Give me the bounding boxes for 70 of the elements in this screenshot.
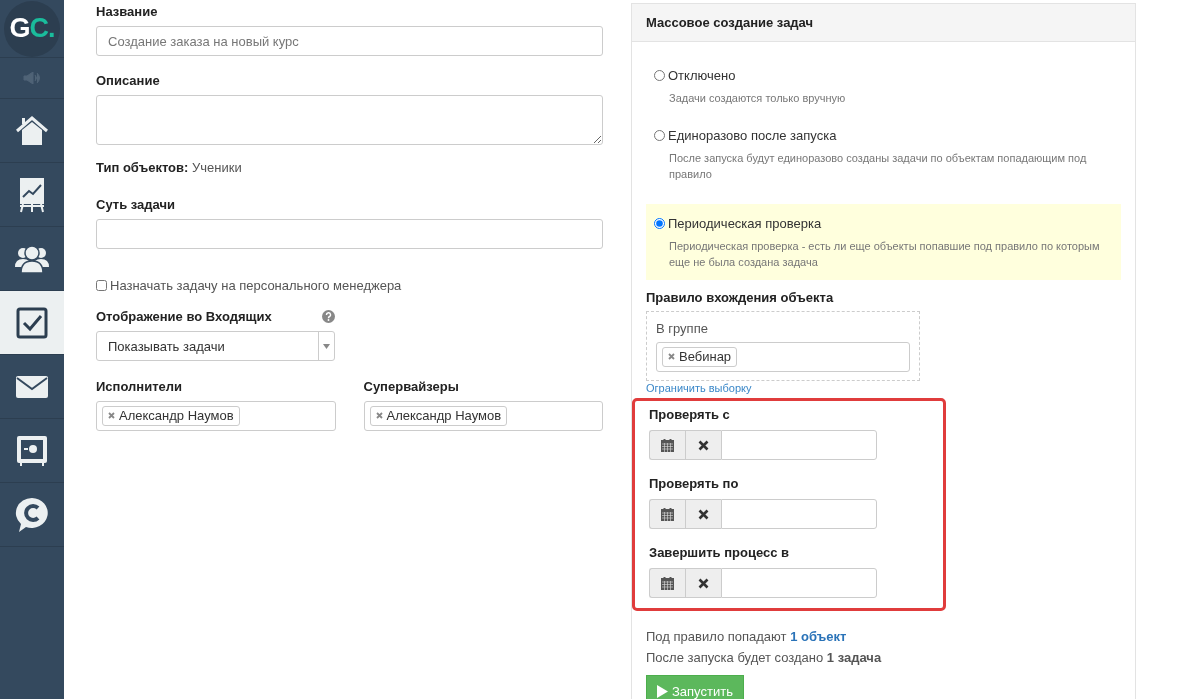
calendar-icon [661, 576, 674, 590]
calendar-button[interactable] [649, 430, 685, 460]
calendar-icon [661, 507, 674, 521]
field-label: Завершить процесс в [649, 545, 790, 560]
field-label: Исполнители [96, 379, 183, 394]
name-field[interactable]: Создание заказа на новый курс [96, 26, 603, 56]
calendar-button[interactable] [649, 568, 685, 598]
clear-button[interactable] [685, 499, 721, 529]
inbox-display-select[interactable]: Показывать задачи [96, 331, 335, 361]
radio-button[interactable] [654, 70, 665, 81]
object-type-value: Ученики [192, 160, 242, 175]
caret-icon [323, 343, 330, 349]
field-label: Описание [96, 73, 161, 88]
radio-button[interactable] [654, 218, 665, 229]
nav-item[interactable] [0, 291, 64, 355]
option-hint: После запуска будут единоразово созданы задачи по объектам попадающим под правило [669, 151, 1088, 182]
remove-icon[interactable] [375, 412, 383, 419]
home-icon [15, 115, 49, 146]
checkbox[interactable] [96, 280, 107, 291]
field-label: Тип объектов: [96, 160, 189, 175]
field-label: Проверять с [649, 407, 731, 422]
clear-button[interactable] [685, 568, 721, 598]
speaker-icon [23, 72, 41, 84]
checkbox-label: Назначать задачу на персонального менеджера [110, 278, 402, 293]
tag-label: Александр Наумов [119, 408, 234, 423]
option-hint: Периодическая проверка - есть ли еще объекты попавшие под правило по которым еще не была создана задача [669, 239, 1101, 270]
close-icon [698, 508, 709, 520]
essence-field[interactable] [96, 219, 603, 249]
result-text: После запуска будет создано 1 задача [646, 650, 883, 665]
field-label: Суть задачи [96, 197, 176, 212]
limit-link[interactable]: Ограничить выборку [646, 382, 752, 394]
mail-icon [16, 375, 48, 398]
close-icon [698, 439, 709, 451]
field-label: Супервайзеры [363, 379, 460, 394]
chart-board-icon [19, 176, 45, 213]
tag-field[interactable]: Александр Наумов [96, 401, 336, 431]
radio-button[interactable] [654, 130, 665, 141]
description-field[interactable] [96, 95, 603, 145]
tag-field[interactable]: Вебинар [656, 342, 910, 372]
calendar-icon [661, 438, 674, 452]
close-icon [698, 577, 709, 589]
field-label: Правило вхождения объекта [646, 290, 835, 305]
field-label: Название [96, 4, 159, 19]
panel-title: Массовое создание задач [646, 15, 814, 30]
people-icon [15, 244, 49, 273]
radio-label: Периодическая проверка [668, 216, 822, 231]
field-label: Отображение во Входящих [96, 309, 272, 324]
tag-label: Вебинар [679, 349, 732, 364]
clear-button[interactable] [685, 430, 721, 460]
condition-label: В группе [656, 321, 709, 336]
safe-icon [16, 434, 48, 467]
match-count-text: Под правило попадают 1 объект [646, 629, 848, 644]
remove-icon[interactable] [668, 353, 675, 360]
object-count-link[interactable]: 1 объект [790, 629, 847, 644]
date-field[interactable] [721, 430, 877, 460]
chat-icon [15, 496, 49, 533]
checkbox-icon [16, 306, 48, 339]
radio-label: Отключено [668, 68, 736, 83]
option-hint: Задачи создаются только вручную [669, 91, 847, 106]
field-label: Проверять по [649, 476, 740, 491]
calendar-button[interactable] [649, 499, 685, 529]
date-field[interactable] [721, 499, 877, 529]
play-icon [657, 684, 668, 698]
date-field[interactable] [721, 568, 877, 598]
help-icon[interactable] [322, 310, 335, 323]
logo[interactable]: GC. [4, 0, 60, 57]
remove-icon[interactable] [108, 412, 115, 419]
tag-label: Александр Наумов [386, 408, 502, 423]
radio-label: Единоразово после запуска [668, 128, 837, 143]
tag-field[interactable]: Александр Наумов [363, 401, 603, 431]
